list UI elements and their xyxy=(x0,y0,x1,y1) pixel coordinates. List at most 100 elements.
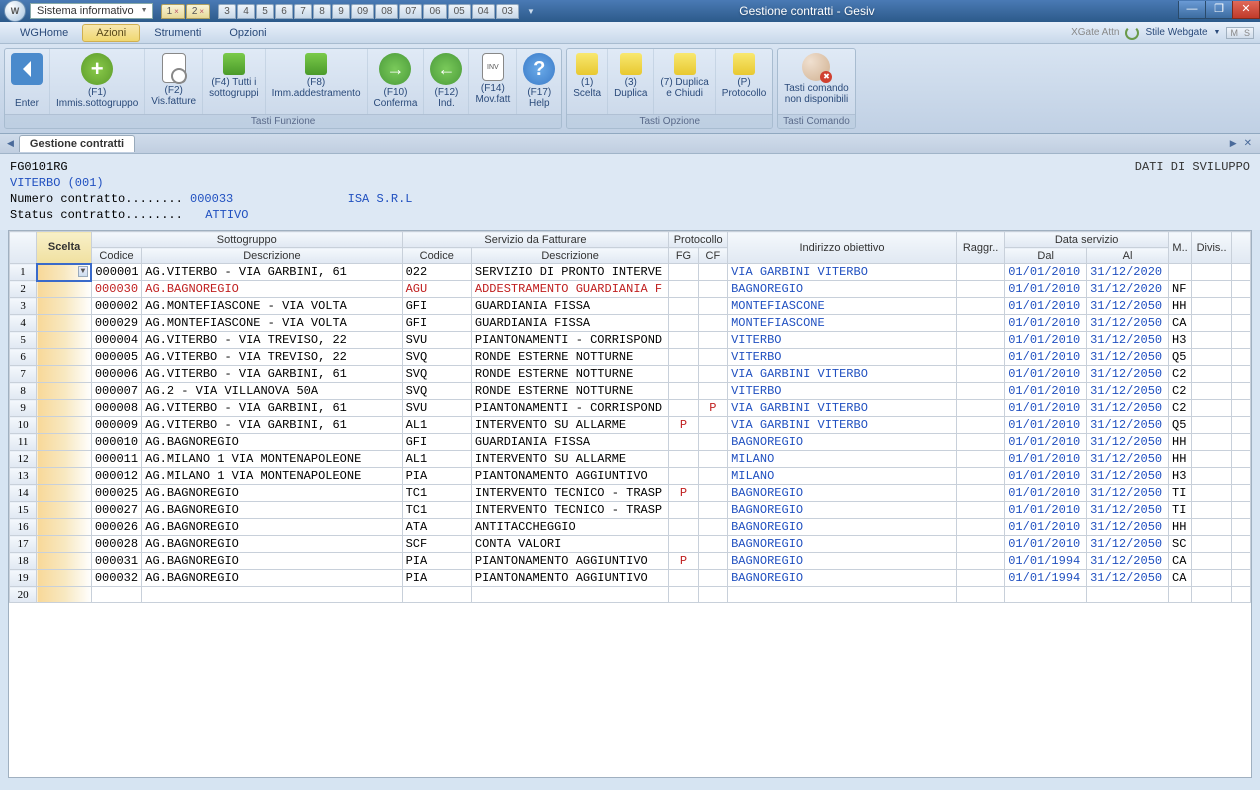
scelta-cell[interactable] xyxy=(37,553,92,570)
toolbar-button[interactable]: Tasti comando non disponibili xyxy=(778,49,854,114)
app-orb-icon[interactable]: W xyxy=(4,0,26,22)
scelta-cell[interactable] xyxy=(37,502,92,519)
scelta-cell[interactable] xyxy=(37,468,92,485)
quick-tab[interactable]: 07 xyxy=(399,4,422,19)
col-fg[interactable]: FG xyxy=(669,248,698,264)
cell-indirizzo[interactable]: VIA GARBINI VITERBO xyxy=(728,366,957,383)
cell-indirizzo[interactable]: BAGNOREGIO xyxy=(728,502,957,519)
scelta-cell[interactable] xyxy=(37,315,92,332)
quick-tab[interactable]: 8 xyxy=(313,4,331,19)
quick-tab[interactable]: 08 xyxy=(375,4,398,19)
refresh-icon[interactable] xyxy=(1125,26,1139,40)
toolbar-button[interactable]: (P) Protocollo xyxy=(716,49,772,114)
col-servizio[interactable]: Servizio da Fatturare xyxy=(402,232,669,248)
cell-indirizzo[interactable]: VITERBO xyxy=(728,332,957,349)
toolbar-button[interactable]: (1) Scelta xyxy=(567,49,608,114)
col-protocollo[interactable]: Protocollo xyxy=(669,232,728,248)
scelta-cell[interactable] xyxy=(37,298,92,315)
table-row[interactable]: 9000008AG.VITERBO - VIA GARBINI, 61SVUPI… xyxy=(10,400,1251,417)
table-row[interactable]: 4000029AG.MONTEFIASCONE - VIA VOLTAGFIGU… xyxy=(10,315,1251,332)
subtab-active[interactable]: Gestione contratti xyxy=(19,135,135,152)
quick-tab[interactable]: 09 xyxy=(351,4,374,19)
col-descrizione[interactable]: Descrizione xyxy=(142,248,402,264)
table-row[interactable]: 7000006AG.VITERBO - VIA GARBINI, 61SVQRO… xyxy=(10,366,1251,383)
quick-tab[interactable]: 6 xyxy=(275,4,293,19)
menu-item[interactable]: Strumenti xyxy=(140,24,215,42)
cell-indirizzo[interactable]: VIA GARBINI VITERBO xyxy=(728,417,957,434)
cell-indirizzo[interactable]: MILANO xyxy=(728,468,957,485)
table-row[interactable]: 10000009AG.VITERBO - VIA GARBINI, 61AL1I… xyxy=(10,417,1251,434)
cell-indirizzo[interactable] xyxy=(728,587,957,603)
subtab-prev-icon[interactable]: ◀ xyxy=(4,138,17,149)
scelta-cell[interactable] xyxy=(37,417,92,434)
history-tab[interactable]: 2× xyxy=(186,4,210,19)
scelta-cell[interactable] xyxy=(37,536,92,553)
cell-indirizzo[interactable]: VITERBO xyxy=(728,349,957,366)
cell-indirizzo[interactable]: MILANO xyxy=(728,451,957,468)
quick-tab[interactable]: 7 xyxy=(294,4,312,19)
minimize-button[interactable]: — xyxy=(1178,1,1206,19)
cell-indirizzo[interactable]: BAGNOREGIO xyxy=(728,434,957,451)
history-tab[interactable]: 1× xyxy=(161,4,185,19)
table-row[interactable]: 8000007AG.2 - VIA VILLANOVA 50ASVQRONDE … xyxy=(10,383,1251,400)
quick-tab[interactable]: 5 xyxy=(256,4,274,19)
scelta-cell[interactable] xyxy=(37,434,92,451)
cell-indirizzo[interactable]: BAGNOREGIO xyxy=(728,485,957,502)
table-row[interactable]: 16000026AG.BAGNOREGIOATAANTITACCHEGGIOBA… xyxy=(10,519,1251,536)
table-row[interactable]: 18000031AG.BAGNOREGIOPIAPIANTONAMENTO AG… xyxy=(10,553,1251,570)
toolbar-button[interactable]: (3) Duplica xyxy=(608,49,654,114)
quick-tab[interactable]: 04 xyxy=(472,4,495,19)
table-row[interactable]: 17000028AG.BAGNOREGIOSCFCONTA VALORIBAGN… xyxy=(10,536,1251,553)
cell-indirizzo[interactable]: MONTEFIASCONE xyxy=(728,315,957,332)
scelta-cell[interactable] xyxy=(37,400,92,417)
cell-indirizzo[interactable]: BAGNOREGIO xyxy=(728,553,957,570)
cell-indirizzo[interactable]: MONTEFIASCONE xyxy=(728,298,957,315)
maximize-button[interactable]: ❐ xyxy=(1205,1,1233,19)
table-row[interactable]: 12000011AG.MILANO 1 VIA MONTENAPOLEONEAL… xyxy=(10,451,1251,468)
table-row[interactable]: 2000030AG.BAGNOREGIOAGUADDESTRAMENTO GUA… xyxy=(10,281,1251,298)
system-dropdown[interactable]: Sistema informativo xyxy=(30,3,153,19)
table-row[interactable]: 3000002AG.MONTEFIASCONE - VIA VOLTAGFIGU… xyxy=(10,298,1251,315)
toolbar-button[interactable]: (F4) Tutti i sottogruppi xyxy=(203,49,265,114)
close-button[interactable]: ✕ xyxy=(1232,1,1260,19)
col-dal[interactable]: Dal xyxy=(1005,248,1087,264)
table-row[interactable]: 11000010AG.BAGNOREGIOGFIGUARDIANIA FISSA… xyxy=(10,434,1251,451)
cell-indirizzo[interactable]: BAGNOREGIO xyxy=(728,519,957,536)
scelta-cell[interactable] xyxy=(37,451,92,468)
table-row[interactable]: 6000005AG.VITERBO - VIA TREVISO, 22SVQRO… xyxy=(10,349,1251,366)
table-row[interactable]: 14000025AG.BAGNOREGIOTC1INTERVENTO TECNI… xyxy=(10,485,1251,502)
subtab-next-icon[interactable]: ▶ xyxy=(1227,138,1240,149)
toolbar-button[interactable]: INV(F14) Mov.fatt xyxy=(469,49,517,114)
cell-indirizzo[interactable]: VITERBO xyxy=(728,383,957,400)
col-data[interactable]: Data servizio xyxy=(1005,232,1169,248)
col-sottogruppo[interactable]: Sottogruppo xyxy=(91,232,402,248)
col-end[interactable] xyxy=(1231,232,1250,264)
col-cf[interactable]: CF xyxy=(698,248,727,264)
col-sdescrizione[interactable]: Descrizione xyxy=(471,248,668,264)
col-divis[interactable]: Divis.. xyxy=(1192,232,1232,264)
data-grid[interactable]: Scelta Sottogruppo Servizio da Fatturare… xyxy=(8,230,1252,778)
quick-tab[interactable]: 05 xyxy=(448,4,471,19)
toolbar-button[interactable]: (F8) Imm.addestramento xyxy=(266,49,368,114)
scelta-cell[interactable] xyxy=(37,485,92,502)
cell-indirizzo[interactable]: BAGNOREGIO xyxy=(728,281,957,298)
table-row[interactable]: 1000001AG.VITERBO - VIA GARBINI, 61022SE… xyxy=(10,264,1251,281)
menu-item[interactable]: WGHome xyxy=(6,24,82,42)
scelta-cell[interactable] xyxy=(37,570,92,587)
table-row[interactable]: 5000004AG.VITERBO - VIA TREVISO, 22SVUPI… xyxy=(10,332,1251,349)
scelta-cell[interactable] xyxy=(37,519,92,536)
col-scodice[interactable]: Codice xyxy=(402,248,471,264)
scelta-cell[interactable] xyxy=(37,366,92,383)
col-m[interactable]: M.. xyxy=(1169,232,1192,264)
cell-indirizzo[interactable]: BAGNOREGIO xyxy=(728,536,957,553)
cell-indirizzo[interactable]: VIA GARBINI VITERBO xyxy=(728,400,957,417)
scelta-cell[interactable] xyxy=(37,587,92,603)
table-row[interactable]: 13000012AG.MILANO 1 VIA MONTENAPOLEONEPI… xyxy=(10,468,1251,485)
menu-item[interactable]: Azioni xyxy=(82,24,140,42)
toolbar-button[interactable]: Enter xyxy=(5,49,50,114)
scelta-cell[interactable] xyxy=(37,383,92,400)
style-dropdown-icon[interactable]: ▼ xyxy=(1214,29,1221,36)
table-row[interactable]: 15000027AG.BAGNOREGIOTC1INTERVENTO TECNI… xyxy=(10,502,1251,519)
quick-tab[interactable]: 06 xyxy=(423,4,446,19)
quick-tab[interactable]: 3 xyxy=(218,4,236,19)
